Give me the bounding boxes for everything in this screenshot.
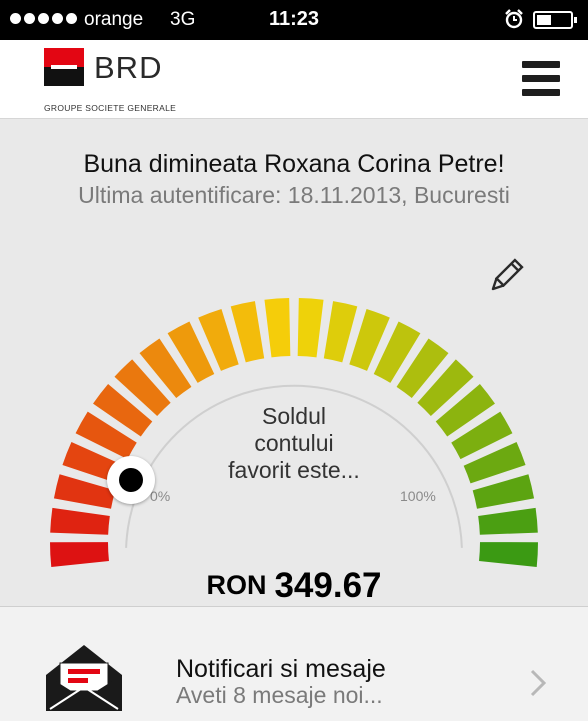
gauge-segment (50, 542, 109, 567)
notifications-row[interactable]: Notificari si mesaje Aveti 8 mesaje noi.… (0, 606, 588, 721)
brd-logo-square-icon (44, 48, 84, 86)
gauge-segment (230, 301, 265, 363)
notifications-subtitle: Aveti 8 mesaje noi... (176, 682, 383, 708)
greeting-title: Buna dimineata Roxana Corina Petre! (83, 150, 505, 178)
balance-gauge (50, 298, 538, 567)
status-bar: orange 3G 11:23 (0, 0, 588, 40)
gauge-segment (297, 298, 324, 358)
logo-text: BRD (94, 50, 163, 85)
notifications-title: Notificari si mesaje (176, 655, 386, 683)
gauge-label-line: contului (254, 430, 334, 456)
battery-icon (533, 11, 577, 29)
gauge-label-line: favorit este... (228, 457, 360, 483)
gauge-segment (478, 507, 538, 535)
gauge-label-line: Soldul (262, 403, 326, 429)
gauge-indicator-knob[interactable] (107, 456, 155, 504)
gauge-segment (323, 301, 358, 363)
balance-currency: RON (206, 570, 267, 600)
alarm-clock-icon (505, 9, 523, 29)
gauge-segment (264, 298, 291, 358)
gauge-segment (479, 542, 538, 567)
logo-subtitle: GROUPE SOCIETE GENERALE (44, 103, 177, 113)
account-balance: RON 349.67 (0, 566, 588, 606)
last-login-text: Ultima autentificare: 18.11.2013, Bucure… (78, 182, 510, 208)
gauge-label: Soldul contului favorit este... (194, 403, 394, 484)
envelope-icon (46, 645, 122, 711)
status-time: 11:23 (268, 8, 320, 30)
app-header: BRD GROUPE SOCIETE GENERALE (0, 40, 588, 119)
gauge-max-label: 100% (400, 488, 436, 504)
hamburger-menu-icon[interactable] (522, 61, 560, 97)
gauge-segment (50, 507, 110, 535)
gauge-min-label: 0% (150, 488, 171, 504)
chevron-right-icon[interactable] (528, 667, 548, 699)
balance-amount: 349.67 (274, 566, 382, 605)
